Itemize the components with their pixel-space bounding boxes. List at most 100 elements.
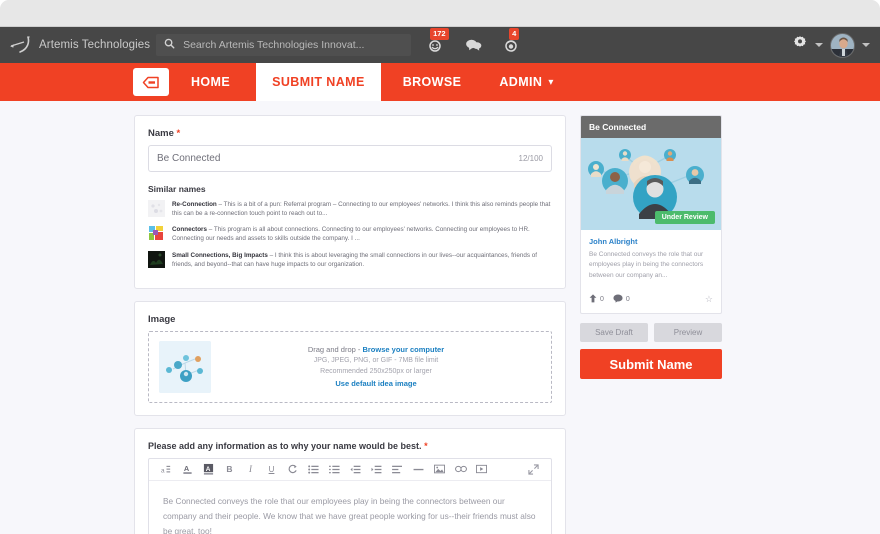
window-chrome-bar <box>0 0 880 27</box>
preview-card-body: John Albright Be Connected conveys the r… <box>581 230 721 287</box>
gear-icon[interactable] <box>792 35 808 56</box>
preview-column: Be Connected Under Review John Albright … <box>580 115 722 534</box>
list-item[interactable]: Connectors – This program is all about c… <box>148 225 552 243</box>
nav-label: ADMIN <box>499 75 543 89</box>
image-card: Image Drag and drop - Browse your comput… <box>134 300 566 416</box>
alerts-badge: 4 <box>509 28 520 40</box>
file-types-text: JPG, JPEG, PNG, or GIF - 7MB file limit <box>313 356 439 364</box>
header-right-group <box>792 32 870 58</box>
vote-stat[interactable]: 0 <box>589 294 604 305</box>
underline-icon[interactable]: U <box>261 460 282 478</box>
drag-text: Drag and drop - <box>307 345 363 355</box>
top-header: Artemis Technologies 172 <box>0 27 880 63</box>
editor-label: Please add any information as to why you… <box>148 441 552 451</box>
image-dropzone[interactable]: Drag and drop - Browse your computer JPG… <box>148 330 552 403</box>
name-input-wrapper[interactable]: 12/100 <box>148 145 552 172</box>
similar-name-title: Connectors <box>172 226 207 234</box>
chat-bubble-icon[interactable] <box>463 35 483 55</box>
idea-thumbnail-colorful-icon <box>148 225 165 243</box>
clear-format-icon[interactable] <box>282 460 303 478</box>
use-default-image-link[interactable]: Use default idea image <box>211 378 541 390</box>
rich-text-editor: a A A B I U Be Connected conveys the rol… <box>148 457 552 534</box>
page-content: Name * 12/100 Similar names <box>0 101 880 534</box>
svg-text:A: A <box>206 466 211 473</box>
avatar[interactable] <box>830 32 855 58</box>
insert-video-icon[interactable] <box>471 460 492 478</box>
insert-link-icon[interactable] <box>450 460 471 478</box>
expand-icon[interactable] <box>523 460 544 478</box>
submit-name-button[interactable]: Submit Name <box>580 349 722 380</box>
list-item-text: Connectors – This program is all about c… <box>172 225 552 243</box>
similar-dash: – <box>216 201 224 208</box>
editor-toolbar: a A A B I U <box>149 459 551 481</box>
nav-item-home[interactable]: HOME <box>175 63 246 101</box>
brand[interactable]: Artemis Technologies <box>8 35 150 55</box>
indent-icon[interactable] <box>366 460 387 478</box>
save-draft-button[interactable]: Save Draft <box>580 323 648 343</box>
preview-button[interactable]: Preview <box>654 323 722 343</box>
brand-name: Artemis Technologies <box>39 39 151 51</box>
similar-name-desc: This program is all about connections. C… <box>172 226 530 243</box>
comment-stat[interactable]: 0 <box>613 294 630 305</box>
bold-icon[interactable]: B <box>219 460 240 478</box>
similar-dash: – <box>267 251 275 259</box>
idea-preview-card: Be Connected Under Review John Albright … <box>580 115 722 315</box>
preview-description: Be Connected conveys the role that our e… <box>589 251 704 279</box>
avatar-chevron-down-icon[interactable] <box>862 43 870 47</box>
name-input[interactable] <box>157 153 519 164</box>
status-badge: Under Review <box>654 211 715 224</box>
list-item-text: Re-Connection – This is a bit of a pun: … <box>172 200 552 218</box>
name-card: Name * 12/100 Similar names <box>134 115 566 289</box>
drag-drop-line: Drag and drop - Browse your computer <box>211 344 541 356</box>
svg-text:A: A <box>184 464 190 473</box>
text-size-icon[interactable]: a <box>156 460 177 478</box>
bell-icon[interactable]: 4 <box>501 28 521 55</box>
nav-item-browse[interactable]: BROWSE <box>387 63 478 101</box>
numbered-list-icon[interactable] <box>324 460 345 478</box>
list-item[interactable]: Small Connections, Big Impacts – I think… <box>148 250 552 269</box>
bulleted-list-icon[interactable] <box>303 460 324 478</box>
description-card: Please add any information as to why you… <box>134 427 566 534</box>
header-icon-group: 172 4 <box>425 28 521 55</box>
text-color-icon[interactable]: A <box>177 460 198 478</box>
editor-content[interactable]: Be Connected conveys the role that our e… <box>149 481 551 534</box>
chevron-down-icon: ▾ <box>548 76 554 88</box>
people-network-illustration-icon: Under Review <box>581 138 721 230</box>
highlight-color-icon[interactable]: A <box>198 460 219 478</box>
settings-chevron-down-icon[interactable] <box>815 43 823 47</box>
similar-name-title: Re-Connection <box>172 201 217 208</box>
main-column: Name * 12/100 Similar names <box>134 115 566 534</box>
comment-bubble-icon <box>613 294 623 305</box>
editor-label-text: Please add any information as to why you… <box>148 440 422 451</box>
dropzone-text: Drag and drop - Browse your computer JPG… <box>211 344 541 389</box>
insert-image-icon[interactable] <box>429 460 450 478</box>
align-icon[interactable] <box>387 460 408 478</box>
similar-dash: – <box>207 226 214 234</box>
upvote-arrow-icon <box>589 294 597 305</box>
vote-count: 0 <box>600 296 604 304</box>
search-input[interactable] <box>183 39 404 51</box>
similar-name-desc: This is a bit of a pun: Referral program… <box>172 201 551 218</box>
nav-item-admin[interactable]: ADMIN ▾ <box>483 63 569 101</box>
browse-computer-link[interactable]: Browse your computer <box>362 345 444 354</box>
list-item[interactable]: Re-Connection – This is a bit of a pun: … <box>148 200 552 218</box>
nav-label: HOME <box>191 75 231 89</box>
preview-card-footer: 0 0 ☆ <box>581 287 721 313</box>
idea-thumbnail-light-icon <box>148 200 165 217</box>
name-label: Name * <box>148 128 552 139</box>
outdent-icon[interactable] <box>345 460 366 478</box>
tag-icon[interactable] <box>133 68 169 96</box>
nav-item-submit-name[interactable]: SUBMIT NAME <box>256 63 381 101</box>
main-navigation: HOME SUBMIT NAME BROWSE ADMIN ▾ <box>0 63 880 101</box>
list-item-text: Small Connections, Big Impacts – I think… <box>172 251 552 269</box>
horizontal-rule-icon[interactable] <box>408 460 429 478</box>
notifications-icon[interactable]: 172 <box>425 28 449 55</box>
star-outline-icon[interactable]: ☆ <box>705 294 713 305</box>
preview-author-link[interactable]: John Albright <box>589 237 713 246</box>
svg-text:a: a <box>161 467 165 474</box>
required-marker: * <box>424 440 428 451</box>
network-illustration-thumbnail-icon <box>159 340 211 393</box>
italic-icon[interactable]: I <box>240 460 261 478</box>
comment-count: 0 <box>625 296 630 304</box>
search-box[interactable] <box>156 34 412 56</box>
